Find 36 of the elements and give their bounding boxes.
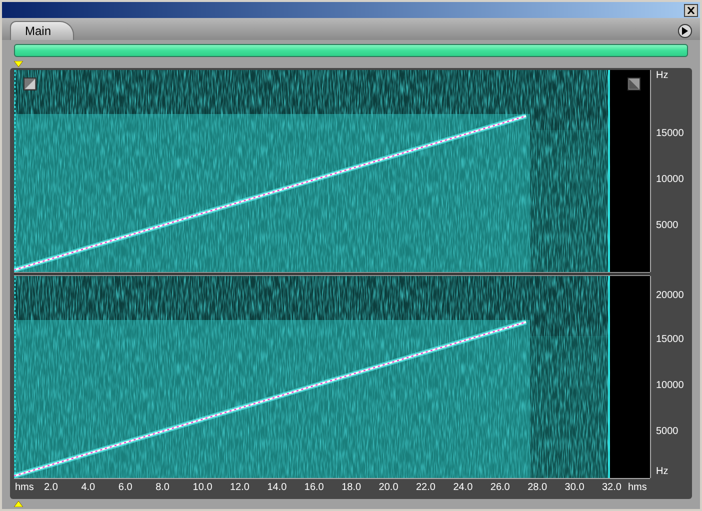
- frequency-label: 10000: [656, 174, 684, 186]
- time-label: 14.0: [267, 482, 287, 494]
- time-label: 26.0: [490, 482, 510, 494]
- frequency-label: 5000: [656, 220, 678, 232]
- time-label: 2.0: [44, 482, 58, 494]
- frequency-label: Hz: [656, 466, 668, 478]
- play-button[interactable]: [678, 24, 692, 38]
- overview-range[interactable]: [14, 44, 688, 57]
- time-label: 6.0: [118, 482, 132, 494]
- time-label: 12.0: [230, 482, 250, 494]
- time-label: 24.0: [453, 482, 473, 494]
- frequency-label: Hz: [656, 70, 668, 82]
- time-label: 28.0: [528, 482, 548, 494]
- close-button[interactable]: [684, 4, 698, 16]
- close-icon: [687, 6, 695, 14]
- frequency-label: 15000: [656, 334, 684, 346]
- corner-handle-icon[interactable]: [24, 78, 36, 90]
- play-icon: [682, 27, 688, 35]
- corner-handle-icon[interactable]: [628, 78, 640, 90]
- time-label: 4.0: [81, 482, 96, 494]
- time-label: 10.0: [192, 482, 212, 494]
- time-label: 18.0: [342, 482, 362, 494]
- time-label: 32.0: [602, 482, 622, 494]
- time-label: 8.0: [156, 482, 170, 494]
- time-label: 16.0: [304, 482, 324, 494]
- frequency-label: 5000: [656, 426, 678, 438]
- time-label: hms: [15, 482, 34, 494]
- frequency-label: 15000: [656, 128, 684, 140]
- tab[interactable]: Main: [10, 21, 74, 40]
- end-marker-icon[interactable]: [14, 501, 23, 507]
- time-label: 20.0: [378, 482, 398, 494]
- time-label: 30.0: [564, 482, 584, 494]
- frequency-label: 10000: [656, 380, 684, 392]
- frequency-label: 20000: [656, 290, 684, 302]
- time-label: 22.0: [416, 482, 436, 494]
- time-label: hms: [628, 482, 647, 494]
